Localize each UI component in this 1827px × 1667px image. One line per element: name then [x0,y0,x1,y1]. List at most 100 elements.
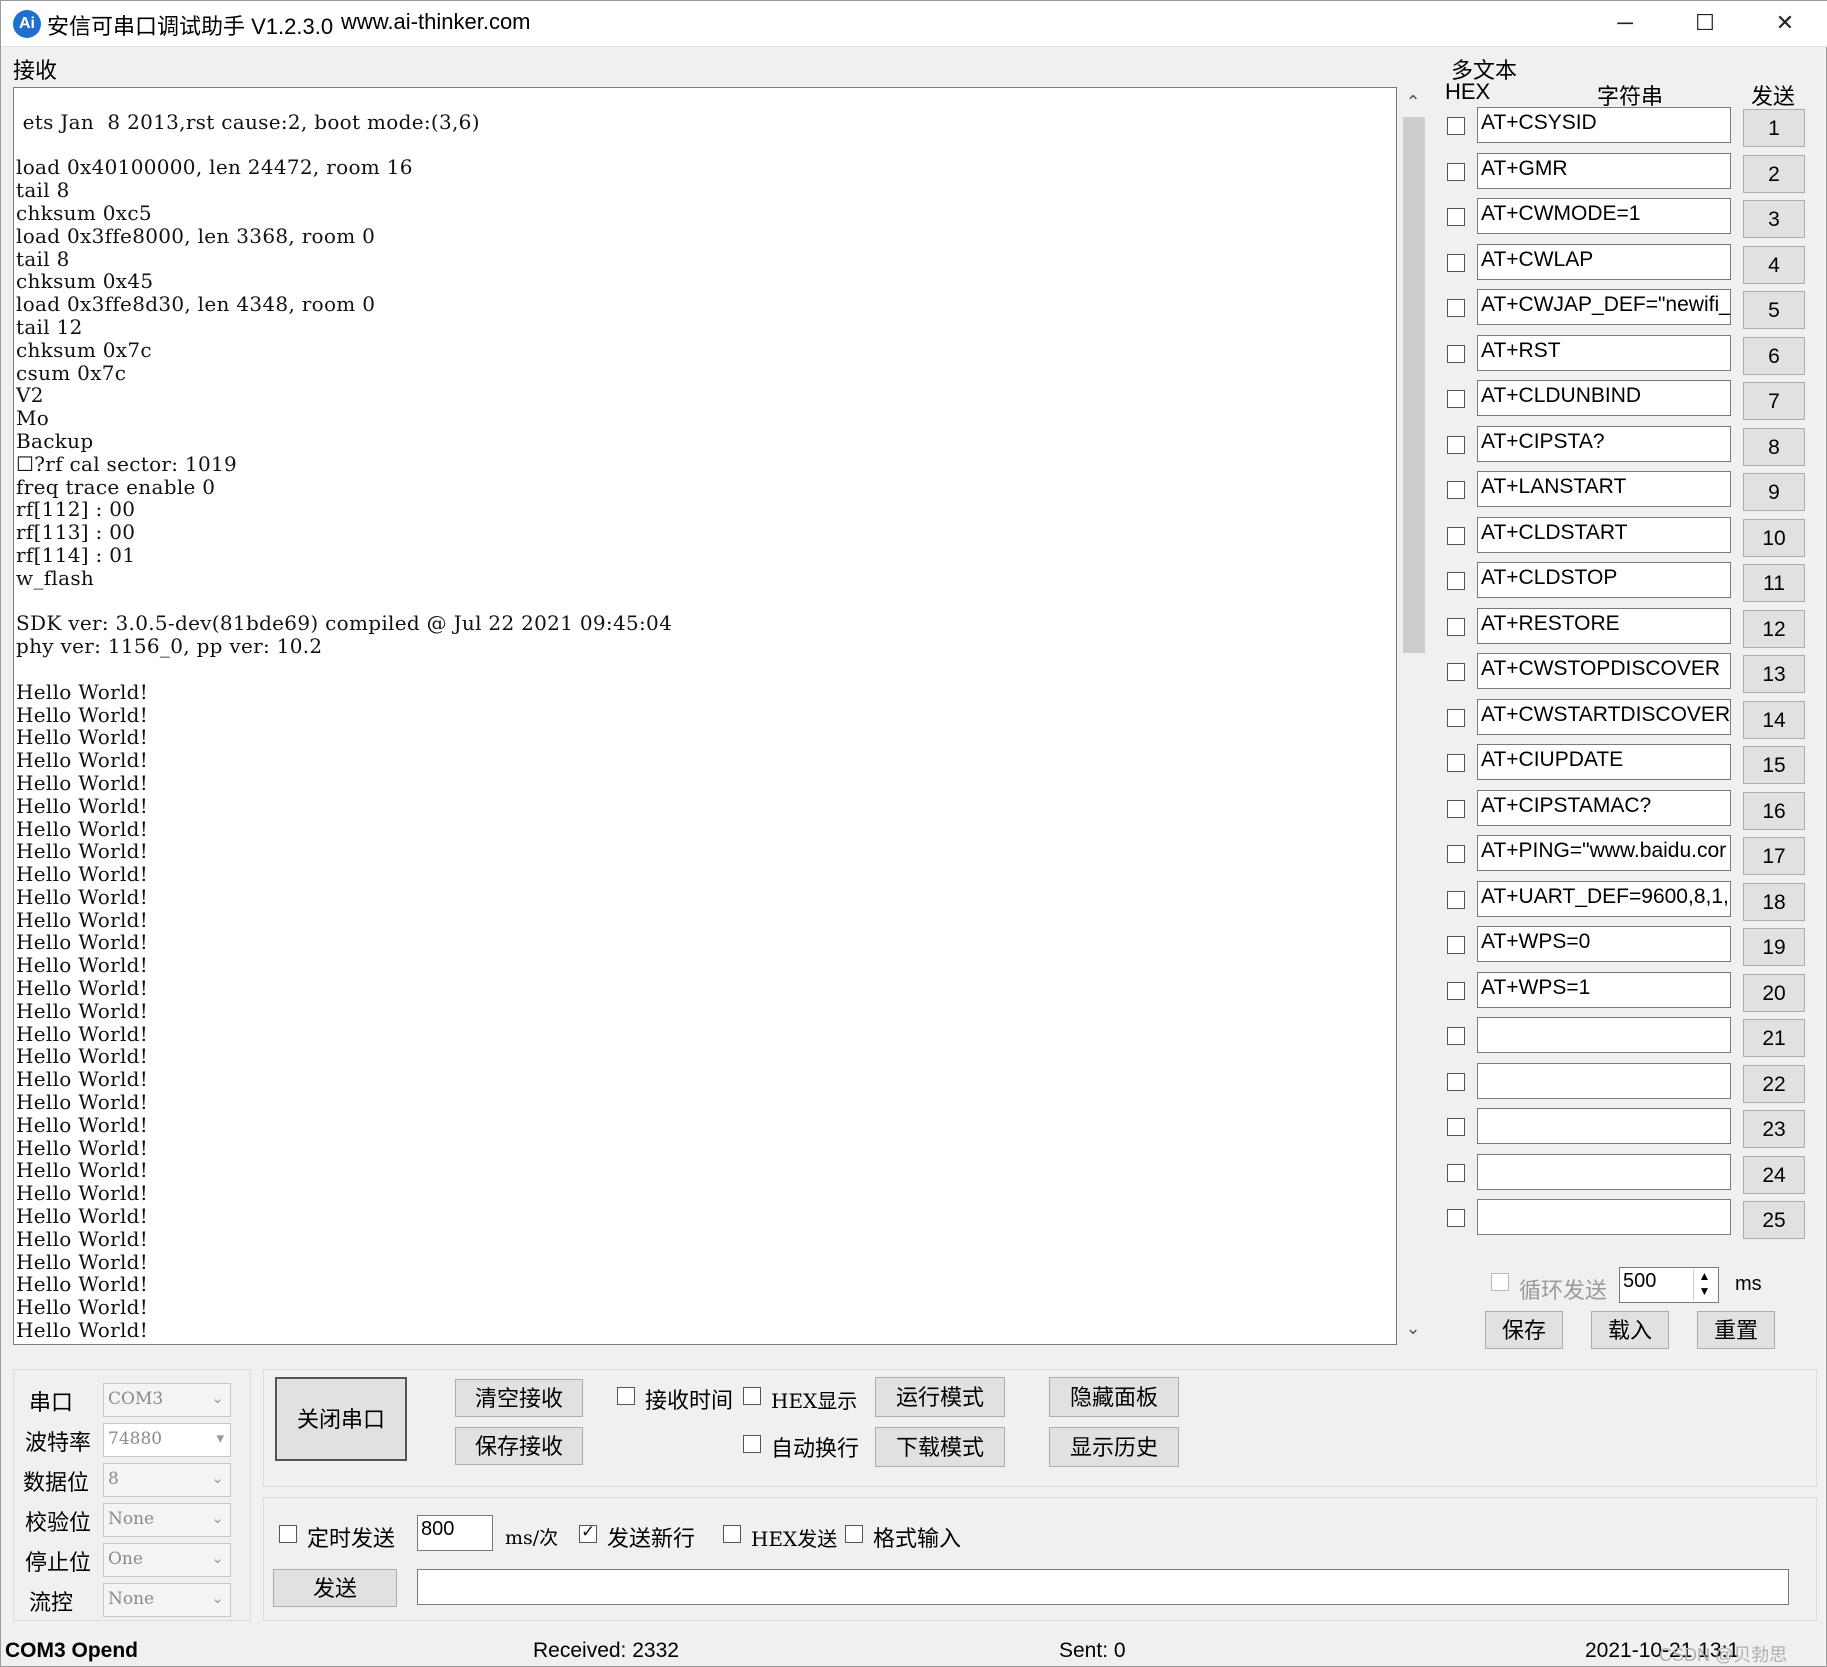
send-row-button[interactable]: 16 [1743,792,1805,830]
receive-textarea[interactable]: ets Jan 8 2013,rst cause:2, boot mode:(3… [13,87,1397,1345]
run-mode-button[interactable]: 运行模式 [875,1377,1005,1417]
command-input[interactable] [1477,1017,1731,1053]
command-input[interactable]: AT+WPS=0 [1477,926,1731,962]
send-row-button[interactable]: 20 [1743,974,1805,1012]
command-input[interactable]: AT+PING="www.baidu.cor [1477,835,1731,871]
close-port-button[interactable]: 关闭串口 [275,1377,407,1461]
hex-row-checkbox[interactable] [1447,709,1465,727]
command-input[interactable]: AT+CWLAP [1477,244,1731,280]
hex-row-checkbox[interactable] [1447,618,1465,636]
command-input[interactable] [1477,1108,1731,1144]
command-input[interactable]: AT+CLDSTART [1477,517,1731,553]
command-input[interactable]: AT+GMR [1477,153,1731,189]
send-row-button[interactable]: 3 [1743,200,1805,238]
scroll-up-icon[interactable]: ⌃ [1399,89,1427,115]
send-row-button[interactable]: 24 [1743,1156,1805,1194]
maximize-button[interactable]: ☐ [1665,1,1745,47]
hex-row-checkbox[interactable] [1447,208,1465,226]
send-row-button[interactable]: 4 [1743,246,1805,284]
hex-row-checkbox[interactable] [1447,299,1465,317]
hex-row-checkbox[interactable] [1447,1118,1465,1136]
save-multi-button[interactable]: 保存 [1485,1311,1563,1349]
send-row-button[interactable]: 21 [1743,1019,1805,1057]
send-row-button[interactable]: 7 [1743,382,1805,420]
hex-row-checkbox[interactable] [1447,1073,1465,1091]
minimize-button[interactable]: ─ [1585,1,1665,47]
send-row-button[interactable]: 15 [1743,746,1805,784]
databits-select[interactable]: 8 ⌄ [103,1463,231,1497]
command-input[interactable]: AT+CLDUNBIND [1477,380,1731,416]
receive-time-checkbox[interactable] [617,1387,635,1405]
baud-select[interactable]: 74880 ▾ [103,1423,231,1457]
hex-row-checkbox[interactable] [1447,436,1465,454]
auto-wrap-checkbox[interactable] [743,1435,761,1453]
command-input[interactable]: AT+CIPSTA? [1477,426,1731,462]
command-input[interactable]: AT+CIUPDATE [1477,744,1731,780]
load-multi-button[interactable]: 载入 [1591,1311,1669,1349]
send-row-button[interactable]: 9 [1743,473,1805,511]
hex-row-checkbox[interactable] [1447,1027,1465,1045]
send-row-button[interactable]: 18 [1743,883,1805,921]
hex-row-checkbox[interactable] [1447,754,1465,772]
hex-row-checkbox[interactable] [1447,481,1465,499]
command-input[interactable]: AT+LANSTART [1477,471,1731,507]
format-input-checkbox[interactable] [845,1525,863,1543]
receive-scrollbar[interactable]: ⌃ ⌄ [1399,87,1427,1345]
command-input[interactable]: AT+CWSTARTDISCOVER= [1477,699,1731,735]
hex-row-checkbox[interactable] [1447,982,1465,1000]
reset-multi-button[interactable]: 重置 [1697,1311,1775,1349]
send-row-button[interactable]: 6 [1743,337,1805,375]
hex-row-checkbox[interactable] [1447,800,1465,818]
send-row-button[interactable]: 11 [1743,564,1805,602]
command-input[interactable] [1477,1063,1731,1099]
timed-interval-input[interactable]: 800 [417,1515,493,1551]
send-row-button[interactable]: 5 [1743,291,1805,329]
send-row-button[interactable]: 23 [1743,1110,1805,1148]
send-row-button[interactable]: 1 [1743,109,1805,147]
hex-row-checkbox[interactable] [1447,572,1465,590]
hex-display-checkbox[interactable] [743,1387,761,1405]
send-row-button[interactable]: 17 [1743,837,1805,875]
save-receive-button[interactable]: 保存接收 [455,1427,583,1465]
clear-receive-button[interactable]: 清空接收 [455,1379,583,1417]
hex-row-checkbox[interactable] [1447,163,1465,181]
send-row-button[interactable]: 13 [1743,655,1805,693]
send-row-button[interactable]: 19 [1743,928,1805,966]
download-mode-button[interactable]: 下载模式 [875,1427,1005,1467]
send-row-button[interactable]: 8 [1743,428,1805,466]
hex-row-checkbox[interactable] [1447,845,1465,863]
send-row-button[interactable]: 2 [1743,155,1805,193]
command-input[interactable]: AT+CIPSTAMAC? [1477,790,1731,826]
hex-row-checkbox[interactable] [1447,254,1465,272]
hex-row-checkbox[interactable] [1447,117,1465,135]
port-select[interactable]: COM3 ⌄ [103,1383,231,1417]
hex-row-checkbox[interactable] [1447,936,1465,954]
flowcontrol-select[interactable]: None ⌄ [103,1583,231,1617]
hex-row-checkbox[interactable] [1447,1164,1465,1182]
command-input[interactable] [1477,1199,1731,1235]
scrollbar-thumb[interactable] [1403,117,1425,653]
hex-row-checkbox[interactable] [1447,527,1465,545]
show-history-button[interactable]: 显示历史 [1049,1427,1179,1467]
hex-row-checkbox[interactable] [1447,663,1465,681]
send-text-input[interactable] [417,1569,1789,1605]
send-row-button[interactable]: 25 [1743,1201,1805,1239]
loop-interval-spinner[interactable]: ▲ ▼ [1693,1269,1715,1301]
parity-select[interactable]: None ⌄ [103,1503,231,1537]
scroll-down-icon[interactable]: ⌄ [1399,1315,1427,1341]
command-input[interactable]: AT+RST [1477,335,1731,371]
hex-row-checkbox[interactable] [1447,891,1465,909]
command-input[interactable]: AT+RESTORE [1477,608,1731,644]
command-input[interactable] [1477,1154,1731,1190]
command-input[interactable]: AT+CWJAP_DEF="newifi_ [1477,289,1731,325]
loop-send-checkbox[interactable] [1491,1273,1509,1291]
hex-row-checkbox[interactable] [1447,1209,1465,1227]
send-row-button[interactable]: 12 [1743,610,1805,648]
stopbits-select[interactable]: One ⌄ [103,1543,231,1577]
command-input[interactable]: AT+UART_DEF=9600,8,1, [1477,881,1731,917]
send-button[interactable]: 发送 [273,1569,397,1607]
hex-row-checkbox[interactable] [1447,390,1465,408]
hex-row-checkbox[interactable] [1447,345,1465,363]
hide-panel-button[interactable]: 隐藏面板 [1049,1377,1179,1417]
command-input[interactable]: AT+CSYSID [1477,107,1731,143]
